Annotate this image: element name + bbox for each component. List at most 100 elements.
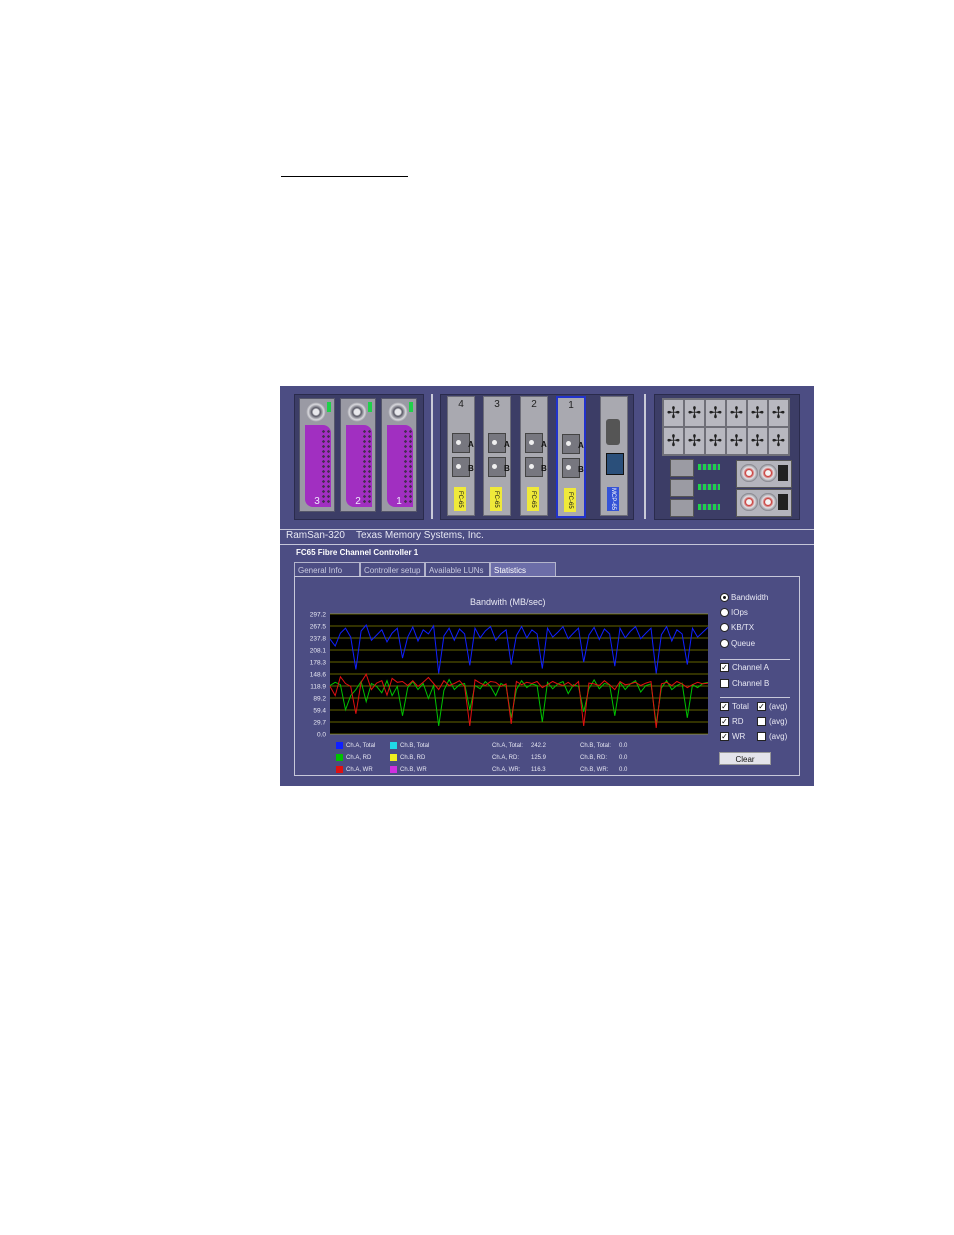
fc-card-2[interactable]: 2 A B FC-65 (520, 396, 548, 516)
drive-bay-2[interactable]: 2 (340, 398, 376, 512)
product-name: RamSan-320 (286, 530, 345, 541)
battery-icon[interactable] (670, 459, 694, 477)
checkbox-rd[interactable]: ✓ RD (720, 717, 744, 726)
fc-card-1[interactable]: 1 A B FC-65 (556, 396, 586, 518)
stat-value: 116.3 (531, 767, 546, 773)
fc-card-4[interactable]: 4 A B FC-65 (447, 396, 475, 516)
checkbox-rd-avg[interactable]: (avg) (757, 717, 787, 726)
legend-item[interactable]: Ch.A, WR (336, 766, 373, 773)
battery-icon[interactable] (670, 479, 694, 497)
legend-item[interactable]: Ch.B, WR (390, 766, 427, 773)
stat-label: Ch.B, RD: (580, 755, 608, 761)
y-tick-label: 89.2 (313, 696, 326, 703)
radio-label: Queue (731, 639, 756, 648)
radio-queue[interactable]: Queue (720, 639, 755, 648)
port-b-label: B (578, 465, 584, 474)
legend-swatch (336, 766, 343, 773)
fan-icon: ✢ (664, 428, 683, 454)
radio-bandwidth[interactable]: Bandwidth (720, 593, 768, 602)
power-supply-2[interactable] (736, 489, 792, 517)
port-b-label: B (541, 464, 547, 473)
drive-number: 3 (314, 496, 320, 507)
checkbox-wr[interactable]: ✓ WR (720, 732, 745, 741)
stat-label: Ch.A, RD: (492, 755, 520, 761)
checkbox-wr-avg[interactable]: (avg) (757, 732, 787, 741)
legend-item[interactable]: Ch.B, Total (390, 742, 429, 749)
checkbox-label: (avg) (769, 702, 788, 711)
mcp-card-label: MCP-65 (607, 487, 619, 511)
clear-button[interactable]: Clear (719, 752, 771, 765)
checkbox-total[interactable]: ✓ Total (720, 702, 749, 711)
legend-item[interactable]: Ch.A, RD (336, 754, 371, 761)
radio-label: Bandwidth (731, 593, 769, 602)
divider (720, 659, 790, 660)
drive-bay-3[interactable]: 3 (299, 398, 335, 512)
legend-item[interactable]: Ch.B, RD (390, 754, 425, 761)
radio-indicator (720, 639, 729, 648)
checkbox-label: (avg) (769, 732, 788, 741)
drive-led-icon (368, 402, 372, 412)
drive-number: 1 (396, 496, 402, 507)
y-tick-label: 0.0 (317, 732, 326, 739)
checkbox-indicator: ✓ (720, 732, 729, 741)
system-title-bar: RamSan-320 Texas Memory Systems, Inc. (280, 529, 814, 545)
mcp-card[interactable]: MCP-65 (600, 396, 628, 516)
radio-indicator (720, 593, 729, 602)
drive-led-icon (327, 402, 331, 412)
radio-iops[interactable]: IOps (720, 608, 748, 617)
drive-key-icon (388, 402, 408, 422)
y-tick-label: 267.5 (310, 624, 327, 631)
fc-card-3[interactable]: 3 A B FC-65 (483, 396, 511, 516)
checkbox-label: (avg) (769, 717, 788, 726)
legend-swatch (390, 754, 397, 761)
stat-value: 0.0 (619, 767, 628, 773)
fan-icon: ✢ (727, 400, 746, 426)
battery-icon[interactable] (670, 499, 694, 517)
tab-controller-setup[interactable]: Controller setup (360, 562, 425, 576)
y-tick-label: 59.4 (313, 708, 326, 715)
power-plug-icon (778, 494, 788, 510)
power-supply-1[interactable] (736, 460, 792, 488)
tab-general-info[interactable]: General Info (294, 562, 360, 576)
legend-swatch (390, 742, 397, 749)
y-tick-label: 297.2 (310, 612, 327, 619)
drive-key-icon (347, 402, 367, 422)
tab-available-luns[interactable]: Available LUNs (425, 562, 490, 576)
drive-key-icon (306, 402, 326, 422)
stat-value: 125.9 (531, 755, 547, 761)
y-tick-label: 29.7 (313, 720, 326, 727)
port-a-label: A (578, 441, 584, 450)
fan-icon: ✢ (748, 428, 767, 454)
checkbox-label: Total (732, 702, 749, 711)
drive-bay-1[interactable]: 1 (381, 398, 417, 512)
fc-card-label: FC-65 (490, 487, 502, 511)
stat-value: 242.2 (531, 743, 547, 749)
legend-item[interactable]: Ch.A, Total (336, 742, 375, 749)
checkbox-indicator: ✓ (757, 702, 766, 711)
legend-swatch (390, 766, 397, 773)
legend-label: Ch.B, WR (400, 767, 427, 774)
fan-icon: ✢ (685, 428, 704, 454)
legend-label: Ch.A, RD (346, 755, 372, 762)
radio-label: KB/TX (731, 623, 755, 632)
checkbox-label: RD (732, 717, 744, 726)
stat-value: 0.0 (619, 743, 628, 749)
checkbox-label: WR (732, 732, 746, 741)
checkbox-label: Channel A (732, 663, 769, 672)
checkbox-channel-b[interactable]: Channel B (720, 679, 769, 688)
power-gauge-icon (759, 464, 777, 482)
checkbox-total-avg[interactable]: ✓ (avg) (757, 702, 787, 711)
divider (644, 394, 646, 519)
fan-icon: ✢ (664, 400, 683, 426)
radio-kbtx[interactable]: KB/TX (720, 623, 754, 632)
checkbox-indicator (757, 717, 766, 726)
y-tick-label: 237.8 (310, 636, 327, 643)
drive-vent (362, 429, 372, 505)
fan-icon: ✢ (748, 400, 767, 426)
tab-statistics[interactable]: Statistics (490, 562, 556, 576)
fc-card-number: 3 (494, 399, 500, 410)
vendor-name: Texas Memory Systems, Inc. (356, 530, 484, 541)
checkbox-channel-a[interactable]: ✓ Channel A (720, 663, 769, 672)
fc-card-label: FC-65 (527, 487, 539, 511)
power-plug-icon (778, 465, 788, 481)
